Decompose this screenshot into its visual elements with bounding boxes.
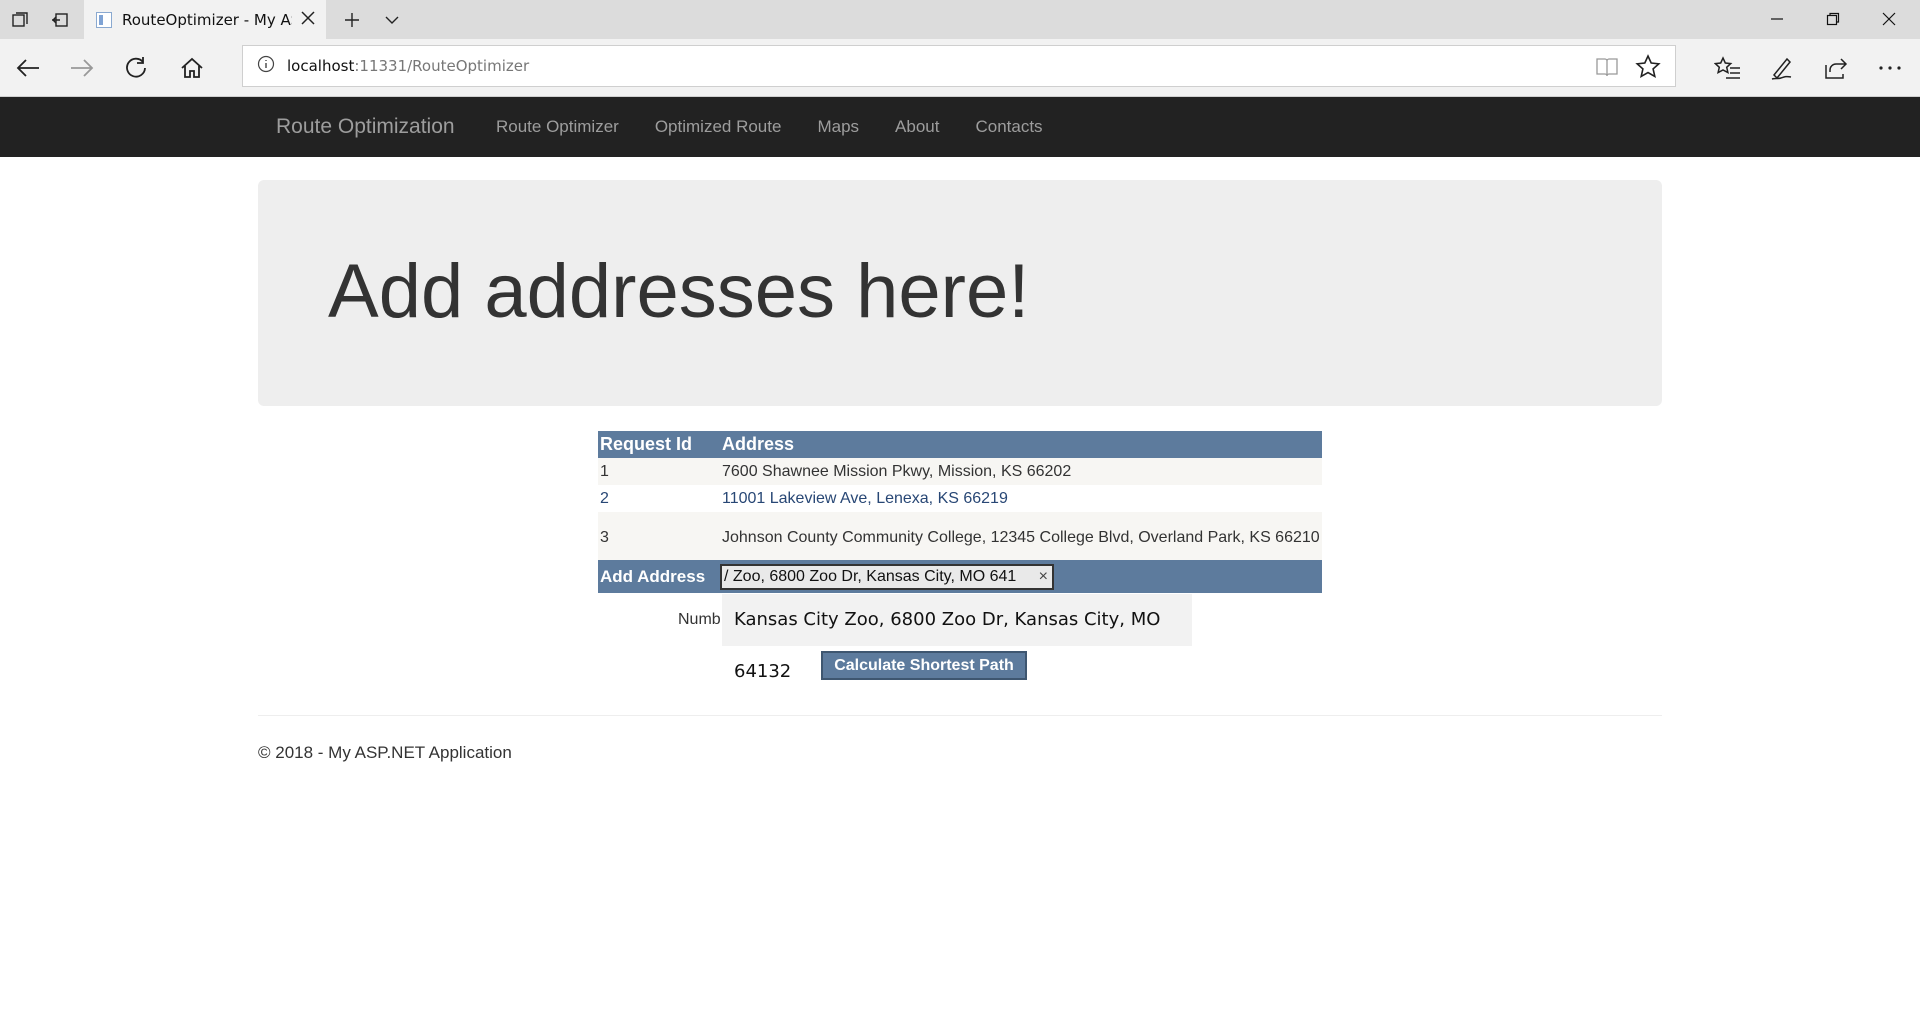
add-address-row: Add Address / Zoo, 6800 Zoo Dr, Kansas C… [598,560,1322,593]
reading-view-icon[interactable] [1595,56,1619,82]
jumbotron: Add addresses here! [258,180,1662,406]
browser-address-bar: localhost:11331/RouteOptimizer [0,39,1920,97]
cell-request-id: 1 [598,458,720,485]
footer-divider [258,715,1662,716]
cell-address: Johnson County Community College, 12345 … [720,512,1322,563]
url-input[interactable]: localhost:11331/RouteOptimizer [242,45,1676,87]
forward-arrow-icon[interactable] [64,50,100,86]
header-request-id: Request Id [598,431,720,458]
cell-request-id: 2 [598,485,720,512]
tab-route-optimizer[interactable]: RouteOptimizer - My ASP.NET Application [84,0,326,39]
cell-request-id: 3 [598,512,720,563]
close-window-icon[interactable] [1866,4,1912,34]
tab-preview-chevron-down-icon[interactable] [378,6,406,34]
url-host: localhost [287,57,355,75]
page-heading: Add addresses here! [328,249,1030,334]
table-row: 3 Johnson County Community College, 1234… [598,512,1322,563]
table-row: 2 11001 Lakeview Ave, Lenexa, KS 66219 [598,485,1322,512]
number-label: Numb [678,611,721,628]
refresh-icon[interactable] [118,50,154,86]
more-options-icon[interactable] [1872,50,1908,86]
browser-tab-bar: RouteOptimizer - My ASP.NET Application [0,0,1920,39]
set-aside-tabs-icon[interactable] [46,6,74,34]
page-favicon-icon [96,11,112,28]
table-row: 1 7600 Shawnee Mission Pkwy, Mission, KS… [598,458,1322,485]
nav-link-optimized-route[interactable]: Optimized Route [637,97,800,157]
add-address-label: Add Address [600,567,706,586]
minimize-icon[interactable] [1754,4,1800,34]
footer-text: © 2018 - My ASP.NET Application [258,743,512,762]
site-navbar: Route Optimization Route Optimizer Optim… [0,97,1920,157]
home-icon[interactable] [174,50,210,86]
share-icon[interactable] [1818,50,1854,86]
nav-link-route-optimizer[interactable]: Route Optimizer [478,97,637,157]
nav-link-about[interactable]: About [877,97,957,157]
tab-actions-icon[interactable] [6,6,34,34]
address-grid: Request Id Address 1 7600 Shawnee Missio… [598,431,1322,563]
navbar-links: Route Optimizer Optimized Route Maps Abo… [478,97,1061,157]
navbar-brand[interactable]: Route Optimization [276,97,455,157]
nav-link-contacts[interactable]: Contacts [957,97,1060,157]
url-path: :11331/RouteOptimizer [354,57,530,75]
add-address-input[interactable]: / Zoo, 6800 Zoo Dr, Kansas City, MO 641 … [720,564,1054,590]
grid-header-row: Request Id Address [598,431,1322,458]
site-info-icon[interactable] [257,55,275,77]
favorite-star-icon[interactable] [1635,54,1661,84]
nav-link-maps[interactable]: Maps [799,97,877,157]
tab-title: RouteOptimizer - My ASP.NET Application [122,10,292,29]
back-arrow-icon[interactable] [10,50,46,86]
cell-address: 11001 Lakeview Ave, Lenexa, KS 66219 [720,485,1322,512]
cell-address: 7600 Shawnee Mission Pkwy, Mission, KS 6… [720,458,1322,485]
clear-input-icon[interactable]: × [1039,566,1048,588]
new-tab-icon[interactable] [338,6,366,34]
pen-notes-icon[interactable] [1764,50,1800,86]
restore-icon[interactable] [1810,4,1856,34]
close-tab-icon[interactable] [296,6,320,35]
favorites-list-icon[interactable] [1710,50,1746,86]
add-address-value: / Zoo, 6800 Zoo Dr, Kansas City, MO 641 [724,568,1017,585]
autocomplete-suggestion[interactable]: Kansas City Zoo, 6800 Zoo Dr, Kansas Cit… [722,594,1192,682]
calculate-shortest-path-button[interactable]: Calculate Shortest Path [821,651,1027,680]
header-address: Address [720,431,1322,458]
